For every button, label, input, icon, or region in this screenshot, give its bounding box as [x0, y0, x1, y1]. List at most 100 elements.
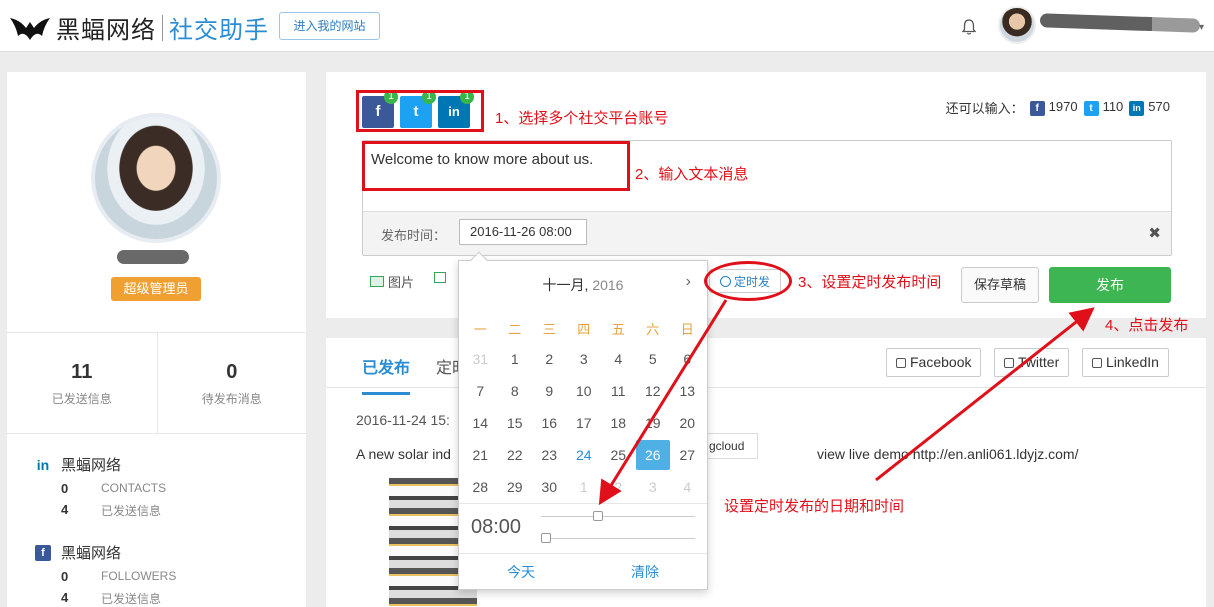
calendar-day[interactable]: 20: [670, 408, 705, 438]
calendar-day[interactable]: 24: [567, 440, 602, 470]
publish-button[interactable]: 发布: [1049, 267, 1171, 303]
calendar-day[interactable]: 1: [567, 472, 602, 502]
post-text-tail: view live demo http://en.anli061.ldyjz.c…: [817, 446, 1079, 462]
enter-my-site-button[interactable]: 进入我的网站: [279, 12, 380, 40]
calendar-day[interactable]: 16: [532, 408, 567, 438]
calendar-day[interactable]: 28: [463, 472, 498, 502]
calendar-day[interactable]: 23: [532, 440, 567, 470]
profile-avatar: [91, 113, 221, 243]
image-icon: [370, 276, 384, 287]
tab-published[interactable]: 已发布: [362, 354, 411, 395]
calendar-day[interactable]: 9: [532, 376, 567, 406]
linkedin-icon: in: [36, 456, 50, 473]
calendar-day[interactable]: 1: [498, 344, 533, 374]
calendar-day[interactable]: 17: [567, 408, 602, 438]
profile-panel: 超级管理员 11 已发送信息 0 待发布消息 in 黑蝠网络 0 CONTACTS…: [7, 72, 306, 607]
minute-slider-handle[interactable]: [541, 533, 551, 543]
add-link-icon[interactable]: [434, 272, 446, 283]
calendar-day[interactable]: 31: [463, 344, 498, 374]
calendar-day[interactable]: 21: [463, 440, 498, 470]
calendar-day[interactable]: 30: [532, 472, 567, 502]
clear-button[interactable]: 清除: [583, 554, 707, 591]
filter-twitter[interactable]: Twitter: [994, 348, 1070, 377]
redacted-username[interactable]: [1039, 13, 1201, 33]
save-draft-button[interactable]: 保存草稿: [961, 267, 1039, 303]
weekday-label: 日: [680, 322, 694, 337]
calendar-day[interactable]: 2: [532, 344, 567, 374]
add-image-button[interactable]: 图片: [370, 272, 414, 291]
filter-facebook[interactable]: Facebook: [886, 348, 982, 377]
calendar-day[interactable]: 2: [601, 472, 636, 502]
remaining-characters: 还可以输入： f 1970 t 110 in 570: [946, 98, 1170, 117]
calendar-day[interactable]: 7: [463, 376, 498, 406]
calendar-day[interactable]: 8: [498, 376, 533, 406]
calendar-day[interactable]: 13: [670, 376, 705, 406]
user-avatar[interactable]: [998, 6, 1036, 44]
brand-divider: [162, 14, 163, 41]
filter-linkedin[interactable]: LinkedIn: [1082, 348, 1169, 377]
calendar-day[interactable]: 6: [670, 344, 705, 374]
publish-time-input[interactable]: 2016-11-26 08:00: [459, 219, 587, 245]
hour-slider-handle[interactable]: [592, 511, 603, 521]
chevron-right-icon[interactable]: ›: [686, 273, 691, 291]
annotation-ellipse-schedule: [704, 261, 792, 301]
calendar-week-row: 14 15 16 17 18 19 20: [463, 407, 705, 439]
time-picker: 08:00: [459, 503, 707, 553]
calendar-day[interactable]: 25: [601, 440, 636, 470]
calendar-day[interactable]: 11: [601, 376, 636, 406]
account-metric-label: 已发送信息: [101, 592, 162, 606]
calendar-day[interactable]: 5: [636, 344, 671, 374]
calendar-day[interactable]: 29: [498, 472, 533, 502]
annotation-step4: 4、点击发布: [1105, 317, 1189, 334]
account-metric-label: CONTACTS: [101, 481, 167, 495]
close-icon[interactable]: ✖: [1148, 224, 1161, 242]
account-metric-value: 4: [61, 590, 69, 605]
hour-slider[interactable]: [541, 511, 695, 521]
stats-row: 11 已发送信息 0 待发布消息: [7, 332, 306, 434]
stat-value: 11: [71, 361, 93, 383]
calendar-day[interactable]: 3: [567, 344, 602, 374]
weekday-label: 三: [542, 322, 556, 337]
calendar-day[interactable]: 10: [567, 376, 602, 406]
filter-label: Twitter: [1018, 354, 1060, 370]
calendar-day[interactable]: 3: [636, 472, 671, 502]
stat-sent: 11 已发送信息: [7, 333, 157, 433]
calendar-day[interactable]: 15: [498, 408, 533, 438]
calendar-day[interactable]: 4: [670, 472, 705, 502]
minute-slider[interactable]: [541, 533, 695, 543]
calendar-day[interactable]: 22: [498, 440, 533, 470]
stat-value: 0: [226, 361, 238, 383]
time-value: 08:00: [471, 516, 522, 538]
calendar-week-row: 31 1 2 3 4 5 6: [463, 343, 705, 375]
chevron-down-icon[interactable]: ▾: [1199, 22, 1204, 33]
add-image-label: 图片: [388, 275, 415, 290]
calendar-day[interactable]: 4: [601, 344, 636, 374]
calendar-week-row: 21 22 23 24 25 26 27: [463, 439, 705, 471]
weekday-header: 一二三四五六日: [463, 317, 705, 343]
publish-time-label: 发布时间：: [381, 228, 447, 243]
facebook-icon: f: [1029, 101, 1045, 116]
account-metric-value: 0: [61, 569, 69, 584]
calendar-day[interactable]: 14: [463, 408, 498, 438]
bell-icon[interactable]: [960, 18, 978, 36]
account-metric-label: 已发送信息: [101, 504, 162, 518]
calendar-month: 十一月,: [542, 277, 589, 293]
logo[interactable]: 黑蝠网络 社交助手: [8, 10, 269, 45]
tooltip-tag: gcloud: [706, 433, 758, 459]
annotation-box-networks: [356, 90, 484, 132]
calendar-day[interactable]: 12: [636, 376, 671, 406]
calendar-day[interactable]: 18: [601, 408, 636, 438]
calendar-day[interactable]: 27: [670, 440, 705, 470]
annotation-step3: 3、设置定时发布时间: [798, 274, 942, 291]
checkbox-icon: [1092, 357, 1102, 368]
stat-pending: 0 待发布消息: [156, 333, 307, 433]
annotation-date-note: 设置定时发布的日期和时间: [724, 498, 905, 515]
calendar-week-row: 28 29 30 1 2 3 4: [463, 471, 705, 503]
account-linkedin[interactable]: in 黑蝠网络 0 CONTACTS 4 已发送信息: [35, 454, 166, 519]
weekday-label: 四: [577, 322, 591, 337]
calendar-day[interactable]: 26: [635, 440, 670, 470]
calendar-day[interactable]: 19: [636, 408, 671, 438]
remaining-label: 还可以输入：: [945, 101, 1024, 116]
today-button[interactable]: 今天: [459, 554, 583, 591]
account-facebook[interactable]: f 黑蝠网络 0 FOLLOWERS 4 已发送信息: [35, 542, 176, 607]
